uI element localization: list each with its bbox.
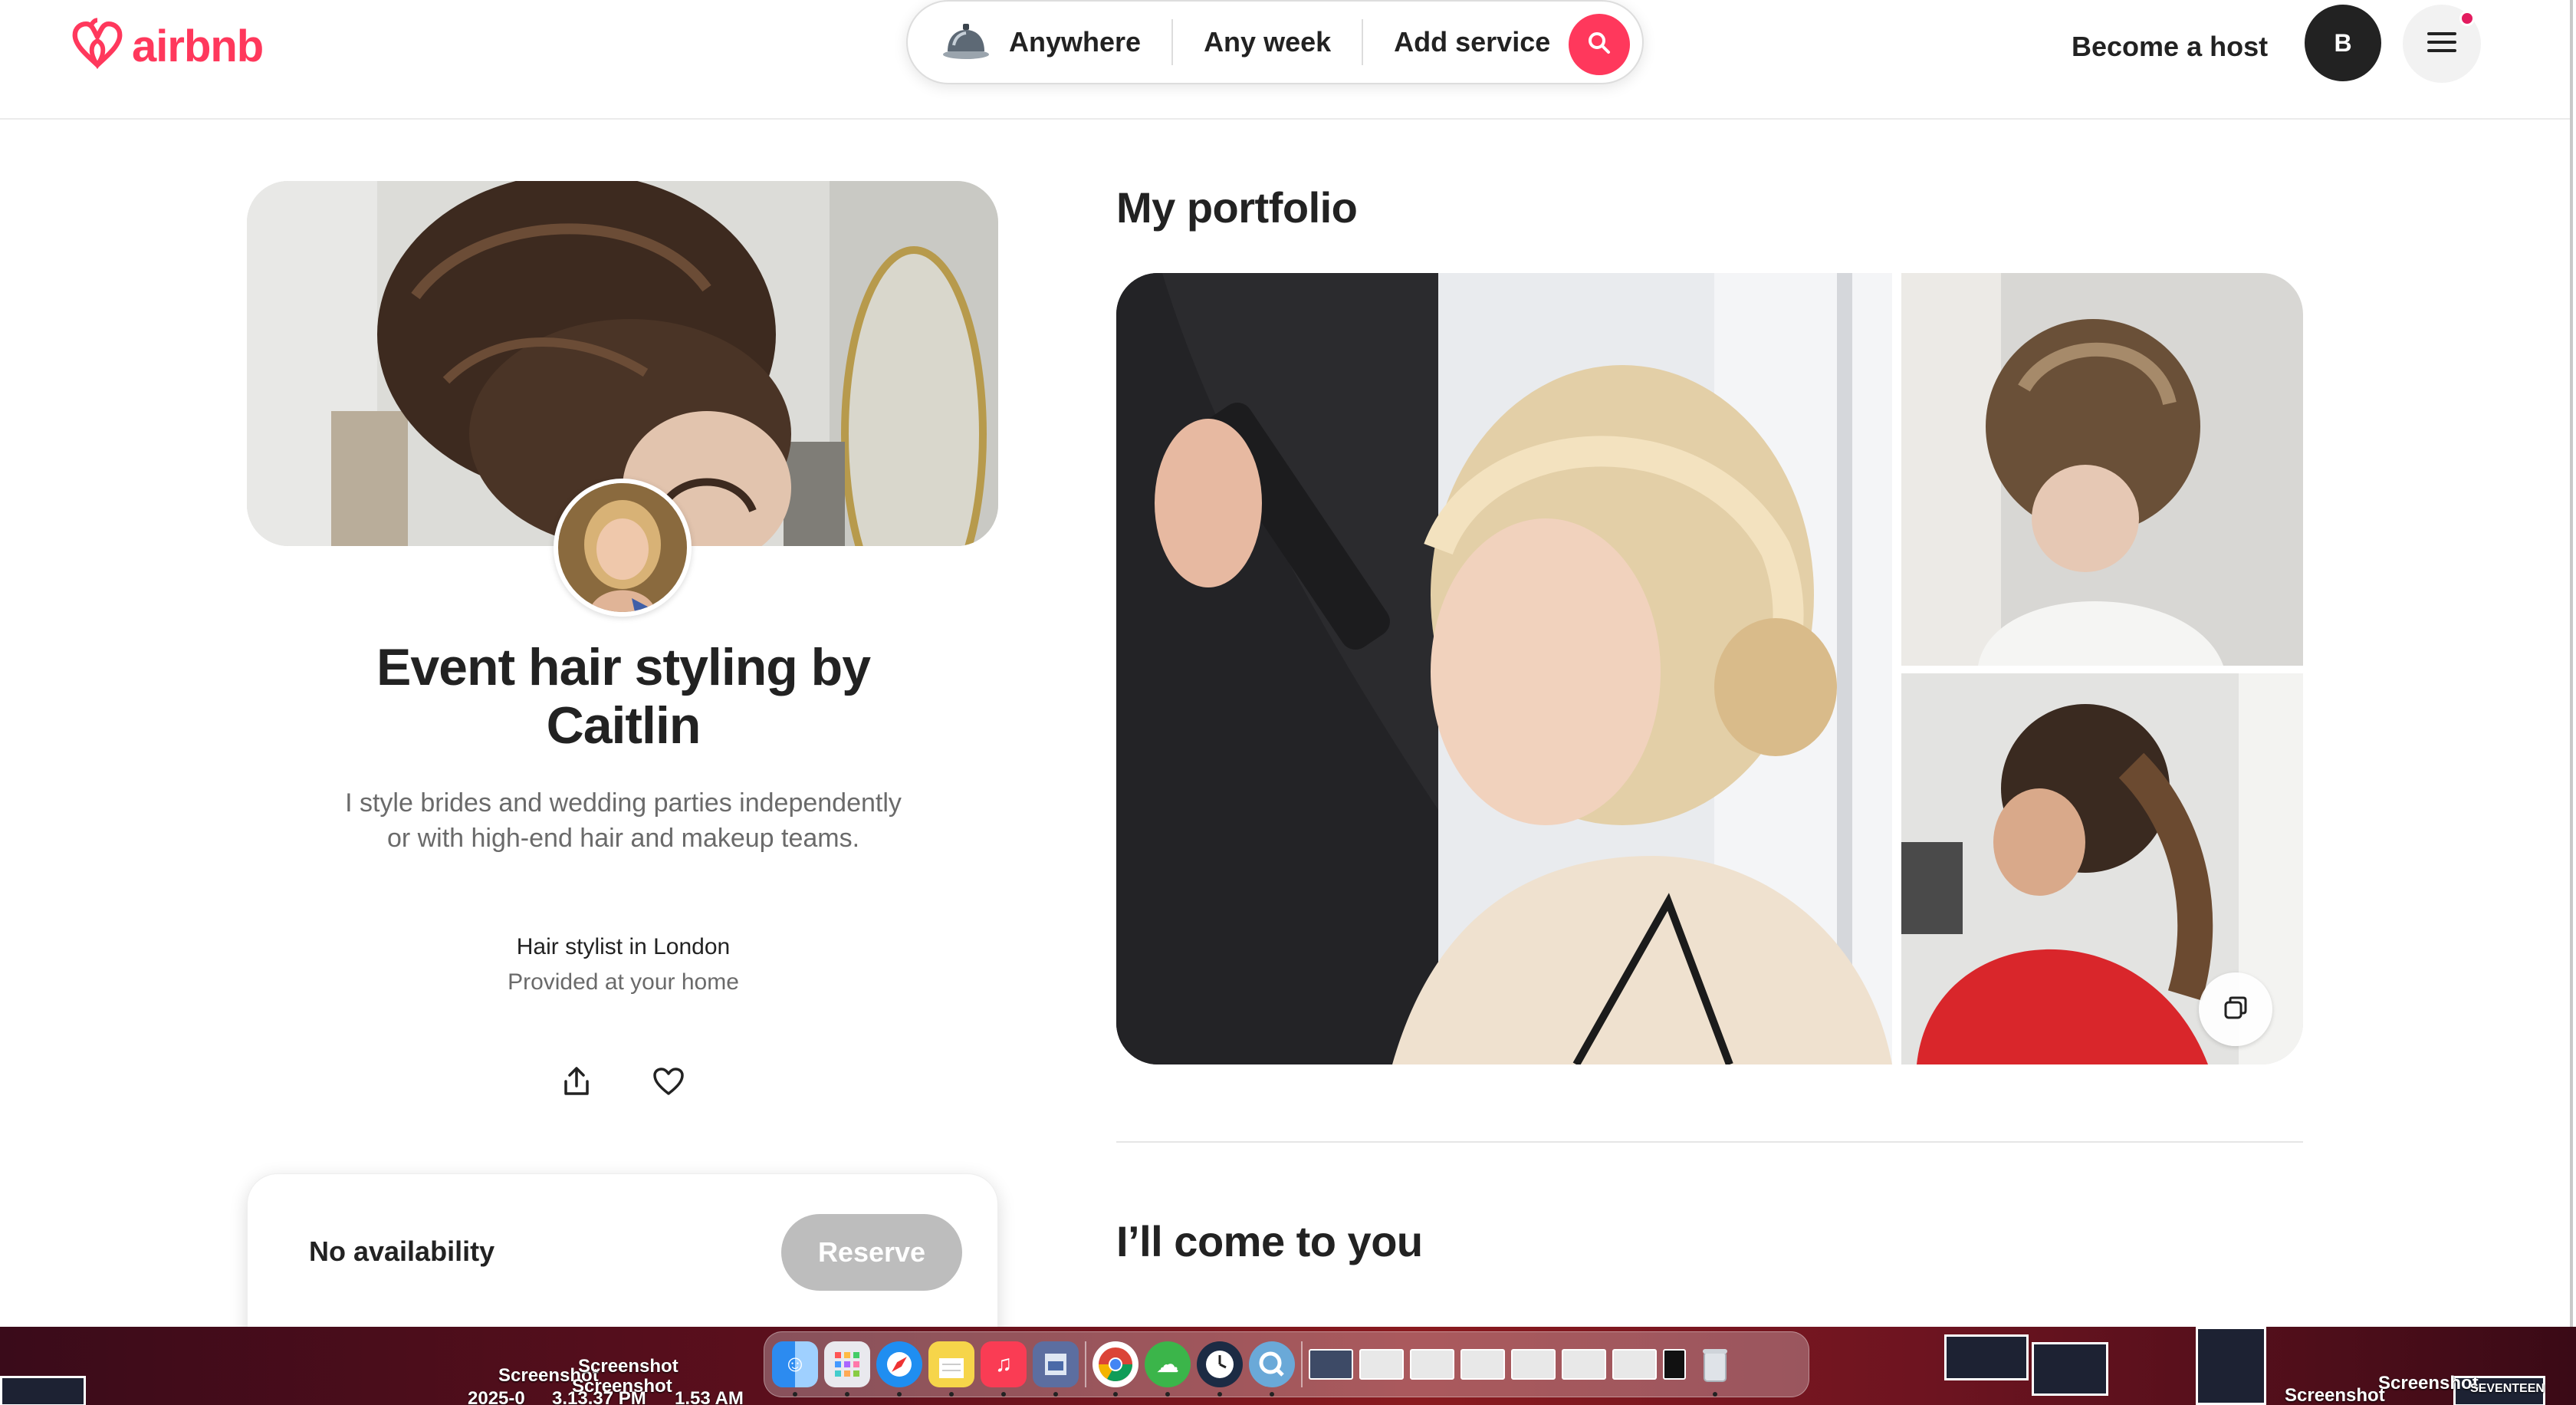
logo-wordmark: airbnb: [132, 21, 264, 71]
airbnb-logo-icon: [67, 12, 127, 81]
minimized-window-thumbnail[interactable]: [1460, 1349, 1505, 1380]
save-button[interactable]: [646, 1060, 692, 1106]
clock-app-icon[interactable]: [1197, 1341, 1243, 1397]
host-role: Hair stylist in London: [516, 934, 731, 959]
desktop-file-label[interactable]: Screenshot: [2378, 1373, 2479, 1394]
desktop-file-label[interactable]: Screenshot: [2285, 1385, 2385, 1405]
minimized-window-thumbnail[interactable]: [1410, 1349, 1454, 1380]
minimized-window-thumbnail[interactable]: [1663, 1349, 1686, 1380]
heart-icon: [652, 1067, 685, 1100]
desktop-file-label[interactable]: Screenshot: [578, 1356, 678, 1377]
search-service[interactable]: Add service: [1363, 19, 1581, 65]
desktop-file-date: 2025-0: [468, 1388, 525, 1405]
trash-icon[interactable]: [1692, 1341, 1738, 1397]
search-dates[interactable]: Any week: [1173, 19, 1362, 65]
finder-icon[interactable]: ☺: [772, 1341, 818, 1397]
cloud-app-icon[interactable]: ☁: [1145, 1341, 1191, 1397]
reserve-button[interactable]: Reserve: [781, 1214, 962, 1291]
concierge-bell-icon: [941, 18, 991, 67]
music-icon[interactable]: ♫: [981, 1341, 1027, 1397]
service-location: Provided at your home: [508, 969, 739, 995]
safari-icon[interactable]: [876, 1341, 922, 1397]
notification-dot: [2459, 11, 2475, 26]
browser-window: airbnb Anywhere Any week Add service Bec…: [0, 0, 2573, 1327]
service-title: Event hair styling by Caitlin: [376, 638, 871, 755]
quicktime-icon[interactable]: [1249, 1341, 1295, 1397]
desktop-file-thumbnail[interactable]: [0, 1376, 86, 1405]
portfolio-photo-2[interactable]: [1901, 273, 2303, 666]
dock-separator: [1301, 1341, 1303, 1387]
show-all-photos-button[interactable]: [2199, 972, 2272, 1046]
portfolio-photo-main[interactable]: [1116, 273, 1892, 1064]
dock-separator: [1085, 1341, 1086, 1387]
become-host-link[interactable]: Become a host: [2072, 23, 2268, 71]
travel-heading: I’ll come to you: [1116, 1217, 1423, 1265]
desktop-file-thumbnail[interactable]: [2196, 1327, 2266, 1405]
minimized-window-thumbnail[interactable]: [1309, 1349, 1353, 1380]
menu-icon: [2426, 31, 2457, 58]
host-avatar: [554, 479, 692, 617]
screen: airbnb Anywhere Any week Add service Bec…: [0, 0, 2576, 1405]
search-location-label: Anywhere: [1009, 26, 1142, 58]
site-header: airbnb Anywhere Any week Add service Bec…: [0, 0, 2570, 120]
airbnb-logo[interactable]: airbnb: [67, 12, 264, 81]
minimized-window-thumbnail[interactable]: [1562, 1349, 1606, 1380]
desktop-file-time: 3.13.37 PM: [552, 1388, 646, 1405]
macos-dock: ☺ ♫ ☁: [764, 1331, 1809, 1397]
user-avatar-button[interactable]: B: [2305, 5, 2381, 81]
notes-icon[interactable]: [928, 1341, 974, 1397]
chrome-icon[interactable]: [1092, 1341, 1138, 1397]
search-bar[interactable]: Anywhere Any week Add service: [906, 0, 1644, 84]
share-icon: [563, 1066, 590, 1101]
minimized-window-thumbnail[interactable]: [1612, 1349, 1657, 1380]
service-tagline: I style brides and wedding parties indep…: [345, 788, 902, 853]
share-button[interactable]: [554, 1060, 600, 1106]
desktop-file-time: 1.53 AM: [675, 1388, 744, 1405]
search-location[interactable]: Anywhere: [908, 19, 1171, 65]
booking-card: No availability Reserve: [247, 1173, 998, 1327]
main-menu-button[interactable]: [2403, 5, 2481, 83]
minimized-window-thumbnail[interactable]: [1511, 1349, 1556, 1380]
preview-icon[interactable]: [1033, 1341, 1079, 1397]
search-button[interactable]: [1569, 14, 1630, 75]
desktop-file-thumbnail[interactable]: [1944, 1334, 2029, 1380]
desktop-file-label: SEVENTEEN: [2470, 1382, 2545, 1395]
launchpad-icon[interactable]: [824, 1341, 870, 1397]
desktop-file-thumbnail[interactable]: [2032, 1342, 2108, 1396]
minimized-window-thumbnail[interactable]: [1359, 1349, 1404, 1380]
availability-status: No availability: [309, 1236, 495, 1267]
gallery-icon: [2222, 994, 2249, 1025]
portfolio-heading: My portfolio: [1116, 183, 1358, 232]
section-divider: [1116, 1141, 2303, 1143]
search-icon: [1586, 30, 1612, 60]
